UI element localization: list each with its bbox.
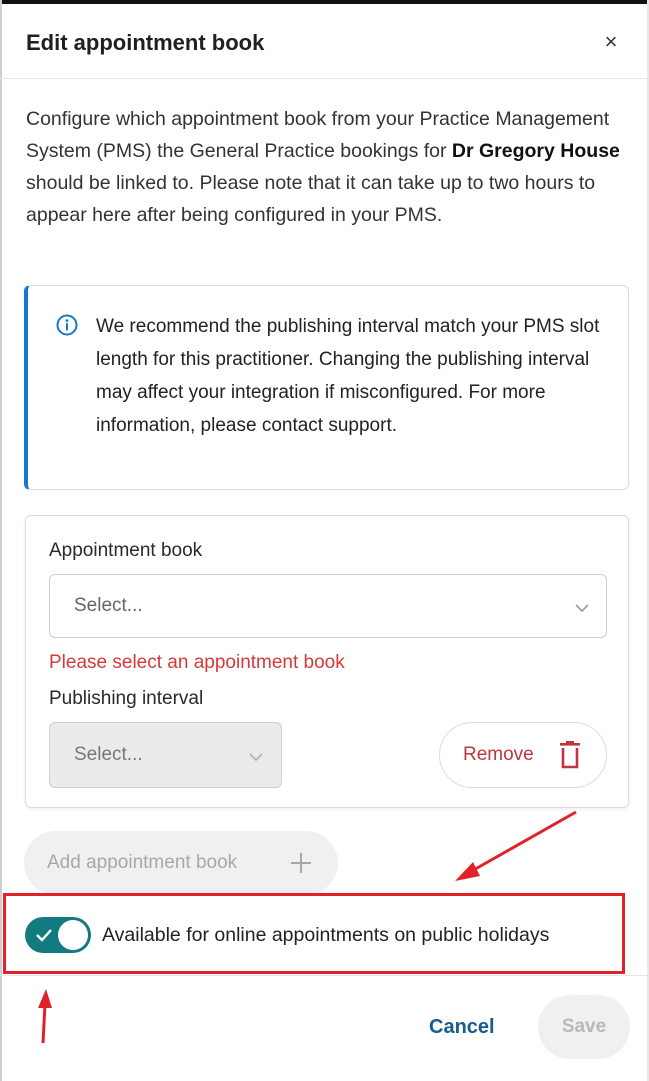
appointment-book-label: Appointment book: [49, 540, 203, 561]
dialog-header: Edit appointment book ×: [0, 4, 649, 79]
annotation-highlight-box: [3, 893, 625, 974]
add-appointment-book-button[interactable]: Add appointment book: [24, 831, 338, 895]
appointment-book-card: Appointment book Select... Please select…: [25, 515, 629, 808]
save-button-label: Save: [561, 1016, 607, 1037]
appointment-book-select-value: Select...: [74, 595, 143, 616]
add-appointment-book-label: Add appointment book: [47, 852, 238, 873]
dialog-title: Edit appointment book: [26, 30, 265, 55]
info-circle-icon: [56, 314, 78, 336]
chevron-down-icon: [575, 604, 589, 613]
appointment-book-error: Please select an appointment book: [49, 652, 345, 673]
trash-icon: [560, 741, 580, 769]
dialog-description: Configure which appointment book from yo…: [26, 103, 626, 231]
chevron-down-icon: [249, 753, 263, 762]
footer-divider: [0, 975, 649, 976]
practitioner-name: Dr Gregory House: [451, 140, 620, 162]
annotation-arrow-vertical: [38, 989, 52, 1044]
info-alert: We recommend the publishing interval mat…: [24, 285, 629, 490]
appointment-book-select[interactable]: Select...: [49, 574, 607, 638]
plus-icon: [291, 853, 311, 873]
description-part2: should be linked to. Please note that it…: [26, 172, 596, 226]
publishing-interval-select[interactable]: Select...: [49, 722, 282, 788]
remove-button-label: Remove: [463, 744, 534, 765]
cancel-button[interactable]: Cancel: [429, 1016, 495, 1039]
publishing-interval-label: Publishing interval: [49, 688, 204, 709]
left-border: [0, 0, 2, 1081]
close-icon[interactable]: ×: [599, 30, 623, 54]
save-button[interactable]: Save: [538, 995, 630, 1059]
info-alert-text: We recommend the publishing interval mat…: [96, 316, 600, 436]
publishing-interval-select-value: Select...: [74, 744, 143, 765]
remove-button[interactable]: Remove: [439, 722, 607, 788]
annotation-arrow-diagonal: [455, 810, 577, 881]
